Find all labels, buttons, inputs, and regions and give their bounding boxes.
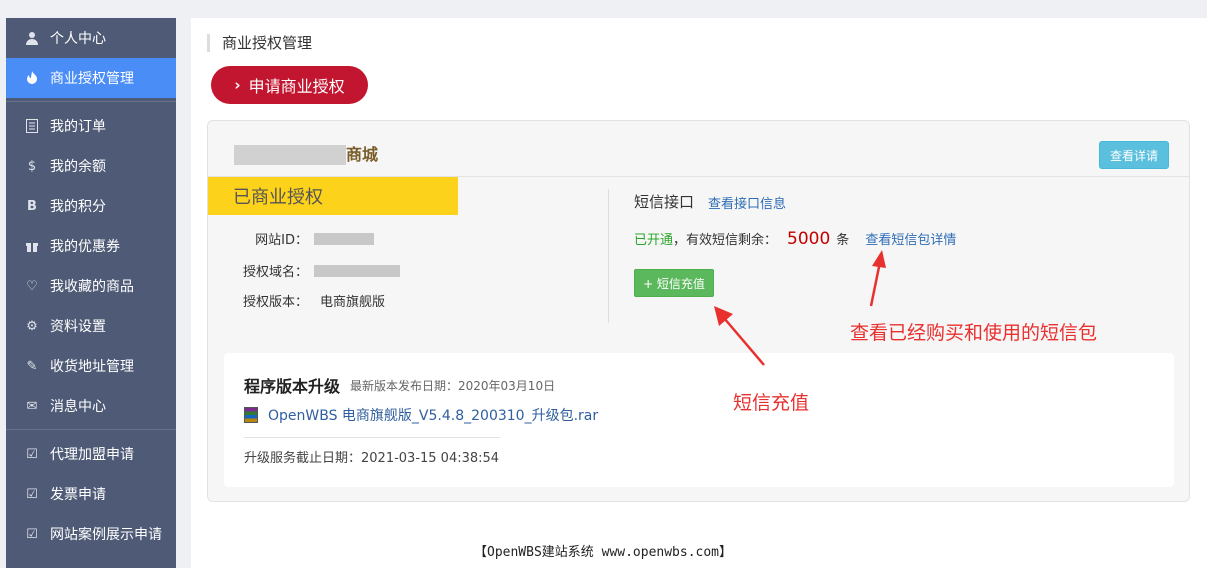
sidebar-item-coupons[interactable]: 我的优惠券	[6, 226, 176, 266]
site-id-row: 网站ID：	[234, 229, 374, 248]
sms-title: 短信接口	[634, 193, 695, 211]
sidebar-item-address[interactable]: ✎ 收货地址管理	[6, 346, 176, 386]
fire-icon	[24, 70, 40, 86]
sidebar-item-showcase[interactable]: ☑ 网站案例展示申请	[6, 514, 176, 554]
version-row: 授权版本： 电商旗舰版	[234, 291, 385, 310]
gear-icon: ⚙	[26, 318, 38, 334]
edit-icon: ☑	[26, 486, 38, 502]
dollar-icon: $	[27, 158, 37, 174]
view-details-button[interactable]: 查看详请	[1099, 141, 1169, 169]
sidebar-divider	[6, 429, 176, 430]
sidebar-item-balance[interactable]: $ 我的余额	[6, 146, 176, 186]
sms-status-text: ，有效短信剩余：	[673, 233, 778, 248]
annotation-sms-pack: 查看已经购买和使用的短信包	[850, 322, 1098, 344]
page-title: 商业授权管理	[207, 34, 312, 52]
sidebar-item-label: 我的积分	[50, 199, 106, 215]
column-divider	[608, 189, 609, 323]
sidebar-item-settings[interactable]: ⚙ 资料设置	[6, 306, 176, 346]
edit-icon: ☑	[26, 526, 38, 542]
chevron-right-icon: ›	[234, 76, 241, 94]
sidebar-item-profile[interactable]: 个人中心	[6, 18, 176, 58]
license-card: 商城 查看详请 已商业授权 网站ID： 授权域名： 授权版本： 电商旗舰版 短信…	[207, 120, 1190, 502]
user-icon	[24, 30, 40, 46]
sidebar-item-label: 资料设置	[50, 319, 106, 335]
version-value: 电商旗舰版	[320, 295, 386, 310]
sms-recharge-button[interactable]: + 短信充值	[634, 269, 714, 297]
bitcoin-icon: B	[27, 198, 37, 214]
edit-icon: ☑	[26, 446, 38, 462]
license-card-header: 商城 查看详请	[208, 121, 1189, 177]
domain-row: 授权域名：	[234, 261, 400, 280]
upgrade-file-link[interactable]: OpenWBS 电商旗舰版_V5.4.8_200310_升级包.rar	[244, 405, 598, 425]
upgrade-divider	[244, 437, 500, 438]
sidebar-item-label: 发票申请	[50, 487, 106, 503]
sidebar-divider	[6, 101, 176, 102]
main-panel: 商业授权管理 › 申请商业授权 商城 查看详请 已商业授权 网站ID： 授权域名…	[191, 18, 1207, 568]
store-name-suffix: 商城	[346, 145, 379, 164]
sidebar-item-label: 我的优惠券	[50, 239, 120, 255]
sidebar-item-label: 个人中心	[50, 31, 106, 47]
apply-license-button[interactable]: › 申请商业授权	[211, 66, 368, 104]
upgrade-file-name: OpenWBS 电商旗舰版_V5.4.8_200310_升级包.rar	[268, 408, 599, 424]
upgrade-panel: 程序版本升级 最新版本发布日期：2020年03月10日 OpenWBS 电商旗舰…	[224, 353, 1174, 487]
sms-count: 5000	[787, 229, 831, 249]
sidebar-item-points[interactable]: B 我的积分	[6, 186, 176, 226]
sidebar-item-agent[interactable]: ☑ 代理加盟申请	[6, 434, 176, 474]
sidebar-item-label: 收货地址管理	[50, 359, 134, 375]
sidebar-item-label: 代理加盟申请	[50, 447, 134, 463]
gift-icon	[24, 238, 40, 254]
annotation-recharge: 短信充值	[733, 392, 810, 414]
sidebar: 个人中心 商业授权管理 我的订单 $ 我的余额 B 我的积分 我的优惠券 ♡ 我…	[6, 18, 176, 568]
sidebar-item-label: 网站案例展示申请	[50, 527, 162, 543]
pencil-icon: ✎	[26, 358, 38, 374]
version-label: 授权版本：	[242, 295, 308, 310]
sidebar-item-label: 我的余额	[50, 159, 106, 175]
sms-status-ok: 已开通	[634, 233, 674, 248]
sms-pack-detail-link[interactable]: 查看短信包详情	[865, 229, 956, 248]
footer-watermark: 【OpenWBS建站系统 www.openwbs.com】	[474, 545, 733, 560]
sidebar-item-label: 我收藏的商品	[50, 279, 134, 295]
domain-redacted	[314, 264, 400, 277]
licensed-badge: 已商业授权	[208, 177, 458, 215]
sidebar-item-license[interactable]: 商业授权管理	[6, 58, 176, 98]
document-icon	[24, 118, 40, 134]
view-sms-interface-link[interactable]: 查看接口信息	[708, 193, 786, 212]
envelope-icon: ✉	[26, 398, 38, 414]
sidebar-item-orders[interactable]: 我的订单	[6, 106, 176, 146]
rar-archive-icon	[244, 407, 258, 423]
sms-unit: 条	[836, 233, 850, 248]
sidebar-item-label: 消息中心	[50, 399, 106, 415]
heart-icon: ♡	[26, 278, 38, 294]
domain-label: 授权域名：	[242, 265, 308, 280]
sidebar-item-label: 我的订单	[50, 119, 106, 135]
sidebar-item-messages[interactable]: ✉ 消息中心	[6, 386, 176, 426]
upgrade-expire-date: 升级服务截止日期：2021-03-15 04:38:54	[244, 451, 500, 466]
apply-license-label: 申请商业授权	[248, 77, 345, 96]
store-name-redacted	[234, 145, 346, 165]
site-id-redacted	[314, 232, 374, 245]
sidebar-item-label: 商业授权管理	[50, 71, 134, 87]
sidebar-item-favorites[interactable]: ♡ 我收藏的商品	[6, 266, 176, 306]
site-id-label: 网站ID：	[255, 233, 308, 248]
release-date: 最新版本发布日期：2020年03月10日	[350, 379, 556, 393]
sms-status: 已开通 ，有效短信剩余： 5000 条 查看短信包详情	[634, 229, 956, 249]
upgrade-title: 程序版本升级	[244, 377, 341, 396]
sidebar-item-invoice[interactable]: ☑ 发票申请	[6, 474, 176, 514]
